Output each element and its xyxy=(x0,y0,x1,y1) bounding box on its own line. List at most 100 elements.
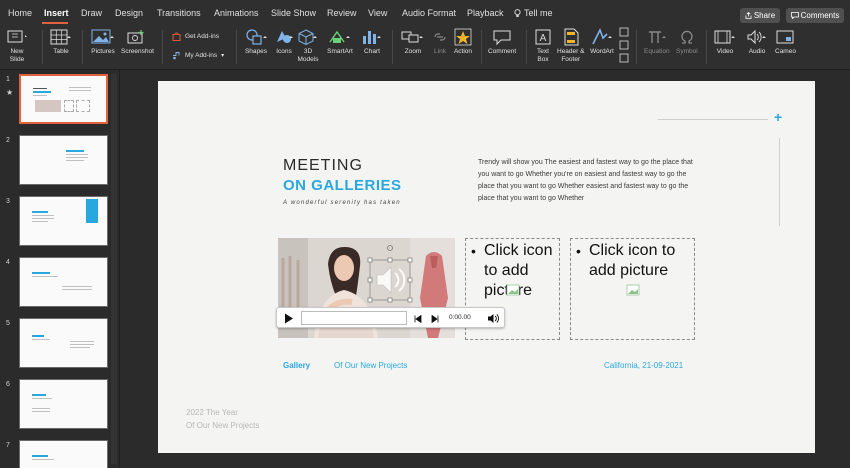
chart-button[interactable]: Chart xyxy=(360,28,384,56)
projects-label[interactable]: Of Our New Projects xyxy=(334,361,407,370)
action-button[interactable]: Action xyxy=(453,28,473,56)
my-addins-button[interactable]: My Add-ins ▾ xyxy=(172,51,224,60)
insert-picture-icon[interactable] xyxy=(626,284,640,296)
tab-animations[interactable]: Animations xyxy=(214,8,259,18)
year-text-line2[interactable]: Of Our New Projects xyxy=(186,421,259,430)
slide-editor-canvas: + MEETING ON GALLERIES A wonderful seren… xyxy=(121,70,850,468)
volume-icon[interactable] xyxy=(487,313,499,324)
header-footer-button[interactable]: Header & Footer xyxy=(557,28,584,64)
omega-icon xyxy=(681,30,693,44)
slide-thumbnail-1[interactable] xyxy=(19,74,108,124)
tab-view[interactable]: View xyxy=(368,8,387,18)
share-icon xyxy=(745,12,752,19)
table-button[interactable]: Table xyxy=(49,28,73,56)
ribbon-separator xyxy=(636,30,637,64)
text-extras-button[interactable] xyxy=(619,27,629,63)
smartart-button[interactable]: SmartArt xyxy=(327,28,353,56)
slide-thumbnail-3[interactable] xyxy=(19,196,108,246)
tab-home[interactable]: Home xyxy=(8,8,32,18)
tab-transitions[interactable]: Transitions xyxy=(157,8,201,18)
picture-placeholder-2[interactable]: • Click icon to add picture xyxy=(570,238,695,340)
get-addins-button[interactable]: Get Add-ins xyxy=(172,32,219,41)
thumbnail-scrollbar[interactable] xyxy=(111,74,117,464)
tab-design[interactable]: Design xyxy=(115,8,143,18)
icons-label: Icons xyxy=(276,48,292,55)
year-text-line1[interactable]: 2022 The Year xyxy=(186,408,238,417)
pictures-label: Pictures xyxy=(91,48,115,55)
text-box-button[interactable]: A Text Box xyxy=(533,28,553,64)
insert-picture-icon[interactable] xyxy=(506,284,520,296)
screenshot-button[interactable]: Screenshot xyxy=(121,28,154,56)
chevron-down-icon: ▾ xyxy=(221,53,225,59)
slide-thumbnail-6[interactable] xyxy=(19,379,108,429)
slide-number: 1 xyxy=(6,76,10,83)
audio-button[interactable]: Audio xyxy=(745,28,769,56)
audio-label: Audio xyxy=(748,48,766,55)
tab-review[interactable]: Review xyxy=(327,8,357,18)
header-footer-label: Header & Footer xyxy=(557,48,585,63)
slide-thumbnail-7[interactable] xyxy=(19,440,108,468)
shapes-button[interactable]: Shapes xyxy=(243,28,269,56)
slide-title-line1[interactable]: MEETING xyxy=(283,157,363,175)
text-extras-icons xyxy=(619,27,629,63)
3d-models-button[interactable]: 3D Models xyxy=(297,28,319,64)
share-button[interactable]: Share xyxy=(740,8,780,23)
skip-back-icon[interactable] xyxy=(414,315,422,323)
new-slide-button[interactable]: New Slide xyxy=(6,28,28,64)
bullet-icon: • xyxy=(471,243,476,259)
symbol-button[interactable]: Symbol xyxy=(676,28,698,56)
gallery-label[interactable]: Gallery xyxy=(283,361,310,370)
audio-timeline[interactable] xyxy=(301,311,407,325)
audio-object[interactable] xyxy=(365,255,415,305)
tab-slide-show[interactable]: Slide Show xyxy=(271,8,316,18)
link-icon xyxy=(434,33,446,41)
skip-forward-icon[interactable] xyxy=(431,315,439,323)
slide-number: 3 xyxy=(6,198,10,205)
my-addins-icon xyxy=(173,52,180,60)
cameo-label: Cameo xyxy=(775,48,796,55)
rotate-handle-icon[interactable] xyxy=(386,244,394,252)
comment-button[interactable]: Comment xyxy=(488,28,516,56)
comment-bubble-icon xyxy=(790,12,799,19)
tab-playback[interactable]: Playback xyxy=(467,8,504,18)
location-date-label[interactable]: California, 21-09-2021 xyxy=(604,361,683,370)
icons-button[interactable]: Icons xyxy=(273,28,295,56)
equation-button[interactable]: Equation xyxy=(644,28,670,56)
comments-button[interactable]: Comments xyxy=(786,8,844,23)
slide-thumbnail-2[interactable] xyxy=(19,135,108,185)
bullet-icon: • xyxy=(576,243,581,259)
slide-title-line2[interactable]: ON GALLERIES xyxy=(283,177,402,194)
tab-audio-format[interactable]: Audio Format xyxy=(402,8,456,18)
comments-label: Comments xyxy=(800,11,840,20)
ribbon-separator xyxy=(236,30,237,64)
slide-thumbnail-panel: 1 ★ 2 3 4 5 6 7 xyxy=(0,70,120,468)
cameo-icon xyxy=(776,30,794,44)
tab-draw[interactable]: Draw xyxy=(81,8,102,18)
tell-me-search[interactable]: Tell me xyxy=(514,8,553,18)
zoom-button[interactable]: Zoom xyxy=(400,28,426,56)
new-slide-icon xyxy=(7,30,27,43)
wordart-button[interactable]: WordArt xyxy=(590,28,614,56)
shapes-icon xyxy=(246,29,267,45)
cameo-button[interactable]: Cameo xyxy=(775,28,796,56)
insert-ribbon: New Slide Table Pictures Screenshot Get … xyxy=(0,24,850,70)
tab-insert[interactable]: Insert xyxy=(44,8,69,18)
symbol-label: Symbol xyxy=(676,48,698,55)
slide-thumbnail-4[interactable] xyxy=(19,257,108,307)
video-button[interactable]: Video xyxy=(713,28,737,56)
link-button[interactable]: Link xyxy=(431,28,449,56)
ribbon-separator xyxy=(392,30,393,64)
slide-body-text[interactable]: Trendy will show you The easiest and fas… xyxy=(478,157,693,205)
wordart-icon xyxy=(592,28,612,45)
slide-subtitle[interactable]: A wonderful serenity has taken xyxy=(283,200,401,206)
current-slide[interactable]: + MEETING ON GALLERIES A wonderful seren… xyxy=(158,81,815,453)
play-icon[interactable] xyxy=(284,313,294,324)
ribbon-separator xyxy=(706,30,707,64)
text-box-icon: A xyxy=(535,29,551,45)
placeholder-1-text: Click icon to add picture xyxy=(484,242,553,299)
audio-time-display: 0:00.00 xyxy=(449,314,471,321)
pictures-button[interactable]: Pictures xyxy=(90,28,116,56)
comment-icon xyxy=(493,30,511,46)
tell-me-label: Tell me xyxy=(524,8,553,18)
slide-thumbnail-5[interactable] xyxy=(19,318,108,368)
